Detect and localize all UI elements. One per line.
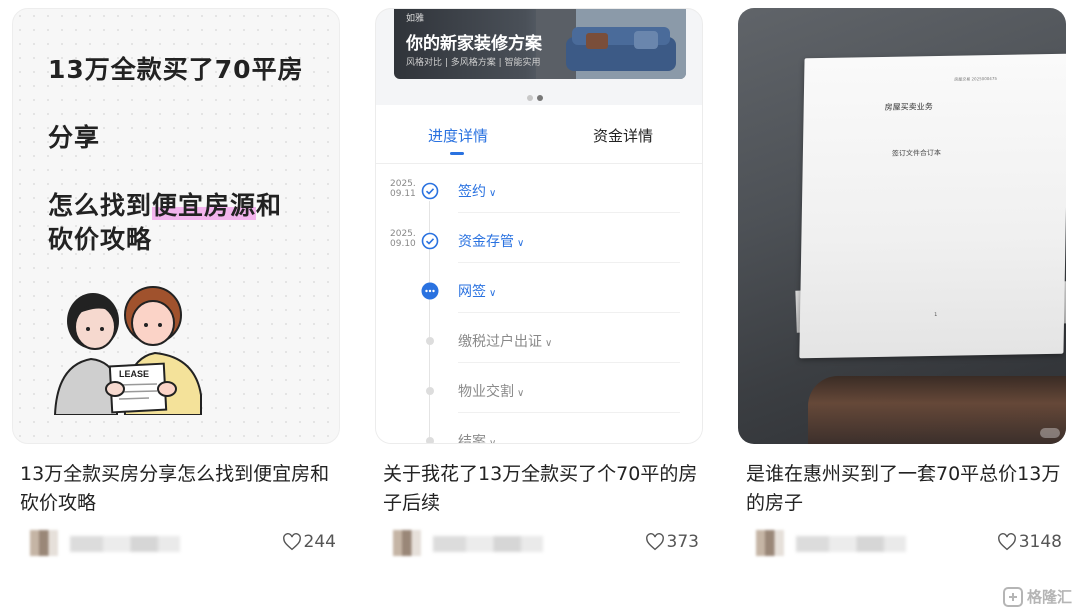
- cover-text-highlight: 便宜房源: [152, 191, 257, 220]
- couple-lease-illustration: LEASE: [53, 286, 202, 415]
- author-row: 373: [383, 528, 701, 558]
- author-name-blurred[interactable]: [433, 536, 543, 552]
- divider: [458, 312, 680, 313]
- timeline-step-escrow[interactable]: 2025. 09.10 资金存管 ∨: [376, 227, 702, 267]
- check-circle-icon: [421, 182, 439, 200]
- cover-text-line-2: 分享: [48, 123, 101, 152]
- step-date: 2025. 09.10: [390, 229, 416, 249]
- avatar[interactable]: [393, 530, 421, 556]
- author-name-blurred[interactable]: [796, 536, 906, 552]
- banner-tag: 如雅: [406, 14, 425, 24]
- note-card-3[interactable]: 房屋交易 2025000475 房屋买卖业务 签订文件合订本 1 是谁在惠州买到…: [738, 8, 1066, 556]
- watermark-badge: [1040, 428, 1060, 438]
- timeline-step-property-handover[interactable]: 物业交割 ∨: [376, 377, 702, 417]
- chevron-down-icon: ∨: [517, 238, 525, 249]
- heart-icon: [282, 533, 301, 551]
- chevron-down-icon: ∨: [489, 288, 497, 299]
- step-label: 签约 ∨: [458, 184, 497, 200]
- note-cover-2[interactable]: 如雅 你的新家装修方案 风格对比 | 多风格方案 | 智能实用 进度详情 资金详…: [375, 8, 703, 444]
- tab-fund-details[interactable]: 资金详情: [593, 125, 653, 146]
- in-progress-icon: [421, 282, 439, 300]
- step-label: 资金存管 ∨: [458, 234, 525, 250]
- divider: [458, 212, 680, 213]
- cover-text-line-3a: 怎么找到: [48, 191, 153, 220]
- brand-watermark: 格隆汇: [1002, 586, 1072, 607]
- step-label: 网签 ∨: [458, 284, 497, 300]
- chevron-down-icon: ∨: [545, 338, 553, 349]
- pending-dot: [426, 437, 434, 443]
- banner-title: 你的新家装修方案: [406, 34, 542, 54]
- cover-text-line-3b: 和: [256, 191, 283, 220]
- check-circle-icon: [421, 232, 439, 250]
- divider: [458, 362, 680, 363]
- step-date: 2025. 09.11: [390, 179, 416, 199]
- chevron-down-icon: ∨: [517, 388, 525, 399]
- note-card-2[interactable]: 如雅 你的新家装修方案 风格对比 | 多风格方案 | 智能实用 进度详情 资金详…: [375, 8, 703, 556]
- chevron-down-icon: ∨: [489, 438, 497, 444]
- like-count: 373: [666, 532, 699, 552]
- like-button[interactable]: 244: [282, 532, 336, 552]
- divider: [458, 262, 680, 263]
- contract-document: 房屋交易 2025000475 房屋买卖业务 签订文件合订本 1: [799, 53, 1066, 359]
- step-label: 结案 ∨: [458, 431, 497, 444]
- avatar[interactable]: [30, 530, 58, 556]
- banner-subtitle: 风格对比 | 多风格方案 | 智能实用: [406, 58, 541, 68]
- sofa-image: [536, 9, 686, 79]
- document-title: 房屋买卖业务: [884, 102, 933, 112]
- step-label: 物业交割 ∨: [458, 384, 525, 400]
- timeline-step-sign[interactable]: 2025. 09.11 签约 ∨: [376, 177, 702, 217]
- brand-name: 格隆汇: [1026, 588, 1072, 606]
- document-page-number: 1: [934, 311, 938, 318]
- like-button[interactable]: 3148: [997, 532, 1062, 552]
- divider: [458, 412, 680, 413]
- brand-logo-icon: [1002, 586, 1023, 607]
- carousel-dots: [527, 86, 547, 105]
- heart-icon: [645, 533, 664, 551]
- progress-panel: 进度详情 资金详情 2025. 09.11 签约 ∨ 2025. 09.10 资金存管…: [376, 105, 702, 444]
- chevron-down-icon: ∨: [489, 188, 497, 199]
- note-cover-3[interactable]: 房屋交易 2025000475 房屋买卖业务 签订文件合订本 1: [738, 8, 1066, 444]
- renovation-banner: 如雅 你的新家装修方案 风格对比 | 多风格方案 | 智能实用: [394, 9, 686, 79]
- timeline-step-close-case[interactable]: 结案 ∨: [376, 427, 702, 444]
- note-title[interactable]: 是谁在惠州买到了一套70平总价13万的房子: [746, 460, 1064, 518]
- like-button[interactable]: 373: [645, 532, 699, 552]
- note-card-1[interactable]: 13万全款买了70平房 分享 怎么找到便宜房源和 砍价攻略 LEASE 13万全…: [12, 8, 340, 556]
- note-title[interactable]: 13万全款买房分享怎么找到便宜房和砍价攻略: [20, 460, 338, 518]
- like-count: 3148: [1018, 532, 1062, 552]
- step-label: 缴税过户出证 ∨: [458, 334, 553, 350]
- heart-icon: [997, 533, 1016, 551]
- tab-progress-details[interactable]: 进度详情: [428, 125, 488, 146]
- floor-background: [808, 376, 1066, 444]
- active-tab-indicator: [450, 152, 464, 155]
- pending-dot: [426, 387, 434, 395]
- avatar[interactable]: [756, 530, 784, 556]
- like-count: 244: [303, 532, 336, 552]
- document-header: 房屋交易 2025000475: [954, 75, 998, 82]
- cover-text-line-1: 13万全款买了70平房: [48, 55, 304, 84]
- lease-label: LEASE: [119, 369, 149, 379]
- cover-text-line-4: 砍价攻略: [48, 225, 153, 254]
- timeline-step-online-sign[interactable]: 网签 ∨: [376, 277, 702, 317]
- timeline-step-tax-transfer[interactable]: 缴税过户出证 ∨: [376, 327, 702, 367]
- note-title[interactable]: 关于我花了13万全款买了个70平的房子后续: [383, 460, 701, 518]
- pending-dot: [426, 337, 434, 345]
- document-subtitle: 签订文件合订本: [891, 148, 941, 158]
- divider: [376, 163, 702, 164]
- carousel-dot-active[interactable]: [537, 95, 543, 101]
- author-row: 3148: [746, 528, 1064, 558]
- carousel-dot[interactable]: [527, 95, 533, 101]
- note-cover-1[interactable]: 13万全款买了70平房 分享 怎么找到便宜房源和 砍价攻略 LEASE: [12, 8, 340, 444]
- author-row: 244: [20, 528, 338, 558]
- author-name-blurred[interactable]: [70, 536, 180, 552]
- cover-text-line-3: 怎么找到便宜房源和: [48, 189, 282, 223]
